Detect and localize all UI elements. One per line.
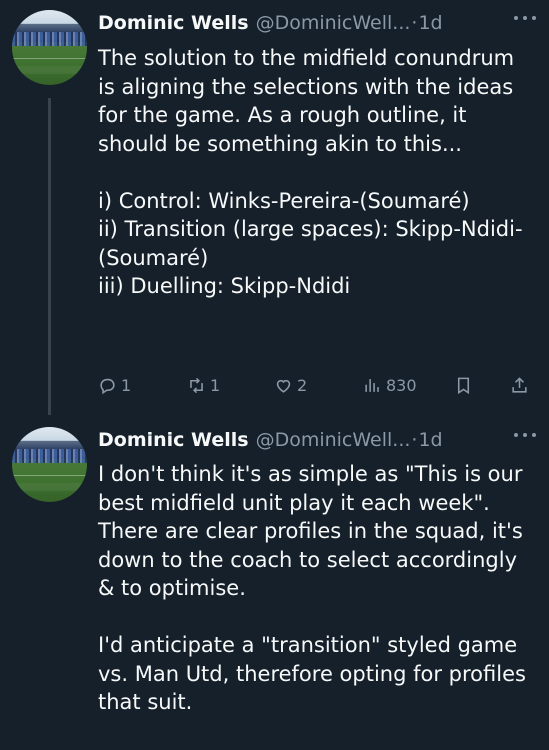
tweet-text: I don't think it's as simple as "This is…	[98, 462, 526, 714]
author-handle[interactable]: @DominicWell...	[256, 12, 411, 34]
like-count: 2	[297, 375, 308, 395]
tweet-header: Dominic Wells @DominicWell... · 1d	[98, 8, 541, 38]
tweet[interactable]: Dominic Wells @DominicWell... · 1d The s…	[0, 0, 549, 415]
author-display-name[interactable]: Dominic Wells	[98, 12, 249, 34]
author-display-name[interactable]: Dominic Wells	[98, 429, 249, 451]
author-handle[interactable]: @DominicWell...	[256, 429, 411, 451]
like-icon	[276, 379, 291, 393]
reply-count: 1	[121, 375, 132, 395]
like-button[interactable]: 2	[274, 372, 307, 398]
avatar[interactable]	[12, 10, 87, 85]
tweet-timestamp[interactable]: 1d	[418, 429, 442, 451]
reply-icon	[100, 378, 115, 394]
views-button[interactable]: 830	[363, 372, 417, 398]
views-icon	[365, 378, 379, 392]
tweet-text: The solution to the midfield conundrum i…	[98, 46, 523, 298]
bookmark-button[interactable]	[454, 372, 477, 398]
views-count: 830	[386, 375, 417, 395]
avatar[interactable]	[12, 427, 87, 502]
tweet[interactable]: Dominic Wells @DominicWell... · 1d I don…	[0, 415, 549, 750]
repost-icon	[190, 377, 203, 393]
more-icon[interactable]	[513, 425, 539, 445]
separator-dot: ·	[411, 429, 418, 451]
repost-count: 1	[210, 375, 221, 395]
share-icon	[512, 376, 527, 393]
reply-button[interactable]: 1	[98, 372, 131, 398]
more-icon[interactable]	[513, 8, 539, 28]
tweet-header: Dominic Wells @DominicWell... · 1d	[98, 425, 541, 455]
tweet-actions: 1 1 2 830	[98, 372, 529, 398]
share-button[interactable]	[510, 372, 533, 398]
separator-dot: ·	[411, 12, 418, 34]
bookmark-icon	[457, 377, 470, 394]
tweet-timestamp[interactable]: 1d	[418, 12, 442, 34]
thread-connector-line	[48, 98, 51, 415]
repost-button[interactable]: 1	[187, 372, 220, 398]
